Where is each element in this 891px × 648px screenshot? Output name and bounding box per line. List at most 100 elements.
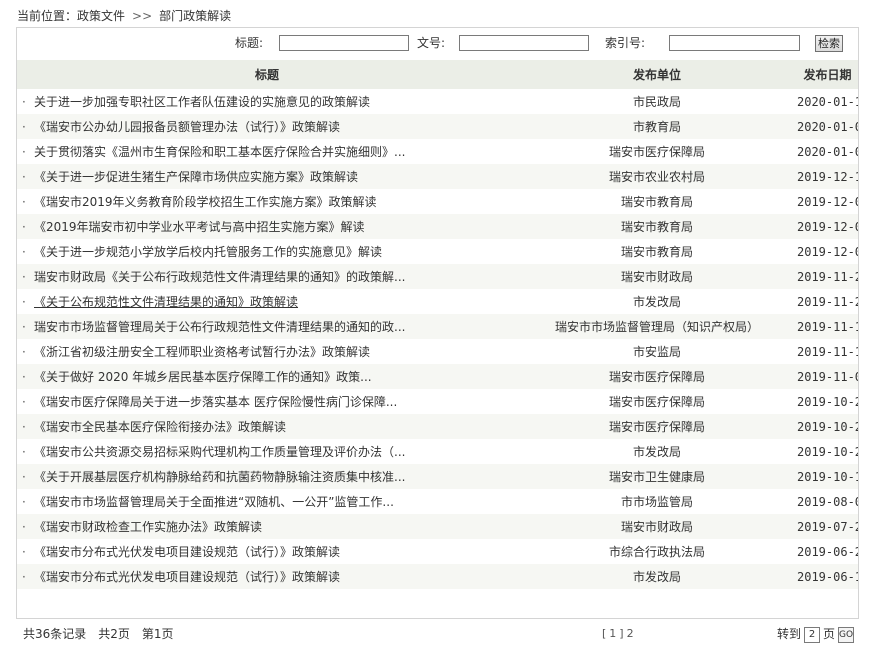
publish-date-cell: 2019-10-21 <box>797 444 858 459</box>
bullet-icon: · <box>22 445 26 459</box>
policy-title-link[interactable]: 《浙江省初级注册安全工程师职业资格考试暂行办法》政策解读 <box>34 345 370 359</box>
publisher-cell: 瑞安市医疗保障局 <box>517 414 797 439</box>
bullet-icon: · <box>22 370 26 384</box>
publisher-cell: 瑞安市卫生健康局 <box>517 464 797 489</box>
policy-title-link[interactable]: 《2019年瑞安市初中学业水平考试与高中招生实施方案》解读 <box>34 220 365 234</box>
table-row: · 《瑞安市市场监督管理局关于全面推进“双随机、一公开”监管工作... 市市场监管局… <box>17 489 858 514</box>
policy-title-link[interactable]: 关于贯彻落实《温州市生育保险和职工基本医疗保险合并实施细则》... <box>34 145 405 159</box>
total-pages: 共2页 <box>98 627 130 641</box>
title-cell: · 《瑞安市全民基本医疗保险衔接办法》政策解读 <box>17 414 517 439</box>
policy-title-link[interactable]: 瑞安市市场监督管理局关于公布行政规范性文件清理结果的通知的政... <box>34 320 405 334</box>
table-row: · 《瑞安市分布式光伏发电项目建设规范（试行）》政策解读 市综合行政执法局 2019-… <box>17 539 858 564</box>
policy-title-link[interactable]: 《瑞安市公办幼儿园报备员额管理办法（试行）》政策解读 <box>34 120 340 134</box>
table-row: · 关于进一步加强专职社区工作者队伍建设的实施意见的政策解读 市民政局 2020-01… <box>17 89 858 114</box>
table-row: · 《关于公布规范性文件清理结果的通知》政策解读 市发改局 2019-11-27 <box>17 289 858 314</box>
bullet-icon: · <box>22 195 26 209</box>
publish-date-cell: 2019-10-29 <box>797 394 858 409</box>
policy-title-link[interactable]: 《关于进一步规范小学放学后校内托管服务工作的实施意见》解读 <box>34 245 382 259</box>
publisher-cell: 瑞安市医疗保障局 <box>608 395 705 409</box>
policy-title-link[interactable]: 《瑞安市2019年义务教育阶段学校招生工作实施方案》政策解读 <box>34 195 377 209</box>
title-search-label: 标题: <box>235 36 264 50</box>
bullet-icon: · <box>22 345 26 359</box>
publish-date-cell: 2019-11-04 <box>797 364 858 389</box>
go-button[interactable]: GO <box>838 626 855 643</box>
index-search-label: 索引号: <box>605 36 646 50</box>
page-link-1: 1 <box>609 627 617 640</box>
policy-title-link[interactable]: 《瑞安市分布式光伏发电项目建设规范（试行）》政策解读 <box>34 570 340 584</box>
title-cell: · 《关于进一步规范小学放学后校内托管服务工作的实施意见》解读 <box>17 239 517 264</box>
publisher-cell: 瑞安市财政局 <box>517 264 797 289</box>
title-search-input[interactable] <box>279 35 409 51</box>
publisher-cell: 瑞安市教育局 <box>620 195 693 209</box>
policy-title-link[interactable]: 《关于做好 2020 年城乡居民基本医疗保障工作的通知》政策... <box>34 370 372 384</box>
title-cell: · 《瑞安市分布式光伏发电项目建设规范（试行）》政策解读 <box>17 564 517 589</box>
publisher-cell: 市综合行政执法局 <box>608 545 705 559</box>
breadcrumb: 当前位置：政策文件 >> 部门政策解读 <box>17 7 231 25</box>
table-row: · 《瑞安市2019年义务教育阶段学校招生工作实施方案》政策解读 瑞安市教育局 201… <box>17 189 858 214</box>
publisher-cell: 市发改局 <box>517 564 797 589</box>
policy-title-link[interactable]: 《瑞安市公共资源交易招标采购代理机构工作质量管理及评价办法（... <box>34 445 405 459</box>
title-cell: · 《瑞安市2019年义务教育阶段学校招生工作实施方案》政策解读 <box>17 189 517 214</box>
policy-list-panel: 标题: 文号: 索引号: 检索 标题 发布单位 发布日期 · 关于进一步加强专职社… <box>16 27 859 643</box>
publish-date-cell: 2019-07-29 <box>797 514 858 539</box>
table-row: · 《瑞安市公办幼儿园报备员额管理办法（试行）》政策解读 市教育局2020-01-0… <box>17 114 858 139</box>
title-cell: · 《瑞安市公办幼儿园报备员额管理办法（试行）》政策解读 <box>17 114 517 139</box>
policy-title-link[interactable]: 《瑞安市医疗保障局关于进一步落实基本 医疗保险慢性病门诊保障... <box>34 395 397 409</box>
publisher-cell: 瑞安市市场监督管理局（知识产权局） <box>517 314 797 339</box>
publish-date-cell: 2020-01-02 <box>797 144 858 159</box>
bullet-icon: · <box>22 520 26 534</box>
policy-title-link[interactable]: 《瑞安市分布式光伏发电项目建设规范（试行）》政策解读 <box>34 545 340 559</box>
policy-title-link[interactable]: 《关于开展基层医疗机构静脉给药和抗菌药物静脉输注资质集中核准... <box>34 470 405 484</box>
title-cell: · 瑞安市市场监督管理局关于公布行政规范性文件清理结果的通知的政... <box>17 314 517 339</box>
publish-date-cell: 2019-12-06 <box>797 214 858 239</box>
policy-title-link[interactable]: 《瑞安市财政检查工作实施办法》政策解读 <box>34 520 262 534</box>
policy-title-link[interactable]: 关于进一步加强专职社区工作者队伍建设的实施意见的政策解读 <box>34 95 370 109</box>
index-search-input[interactable] <box>669 35 800 51</box>
title-cell: · 《瑞安市公共资源交易招标采购代理机构工作质量管理及评价办法（... <box>17 439 517 464</box>
title-cell: · 《瑞安市市场监督管理局关于全面推进“双随机、一公开”监管工作... <box>17 489 517 514</box>
breadcrumb-link-policy-files[interactable]: 政策文件 <box>77 7 125 25</box>
bullet-icon: · <box>22 320 26 334</box>
table-row: · 瑞安市市场监督管理局关于公布行政规范性文件清理结果的通知的政... 瑞安市市场监… <box>17 314 858 339</box>
search-button[interactable]: 检索 <box>815 35 843 52</box>
publish-date-cell: 2019-11-18 <box>797 314 858 339</box>
header-title: 标题 <box>17 60 517 89</box>
publisher-cell: 市安监局 <box>632 345 681 359</box>
publisher-cell: 市发改局 <box>632 295 681 309</box>
policy-title-link[interactable]: 《瑞安市市场监督管理局关于全面推进“双随机、一公开”监管工作... <box>34 495 394 509</box>
publish-date-cell: 2019-11-29 <box>797 264 858 289</box>
breadcrumb-current[interactable]: 部门政策解读 <box>159 7 231 25</box>
policy-title-link[interactable]: 《瑞安市全民基本医疗保险衔接办法》政策解读 <box>34 420 286 434</box>
bullet-icon: · <box>22 120 26 134</box>
page-links: [1] 2 <box>602 626 637 642</box>
bullet-icon: · <box>22 570 26 584</box>
table-row: · 《瑞安市医疗保障局关于进一步落实基本 医疗保险慢性病门诊保障... 瑞安市医疗保… <box>17 389 858 414</box>
publish-date-cell: 2019-12-06 <box>797 194 858 209</box>
pager-close-bracket: ] <box>619 627 624 640</box>
breadcrumb-separator: >> <box>132 9 153 23</box>
publisher-cell: 瑞安市医疗保障局 <box>517 364 797 389</box>
header-unit: 发布单位 <box>517 60 797 89</box>
publisher-cell: 市市场监管局 <box>620 495 693 509</box>
table-row: · 《关于进一步促进生猪生产保障市场供应实施方案》政策解读 瑞安市农业农村局 2019… <box>17 164 858 189</box>
policy-title-link[interactable]: 《关于公布规范性文件清理结果的通知》政策解读 <box>34 295 298 309</box>
bullet-icon: · <box>22 295 26 309</box>
bullet-icon: · <box>22 145 26 159</box>
title-cell: · 《关于做好 2020 年城乡居民基本医疗保障工作的通知》政策... <box>17 364 517 389</box>
publish-date-cell: 2019-11-27 <box>797 294 858 309</box>
publish-date-cell: 2020-01-08 <box>797 114 858 139</box>
policy-title-link[interactable]: 《关于进一步促进生猪生产保障市场供应实施方案》政策解读 <box>34 170 358 184</box>
publisher-cell: 瑞安市农业农村局 <box>517 164 797 189</box>
page-link-2[interactable]: 2 <box>627 627 634 640</box>
publisher-cell: 瑞安市教育局 <box>517 214 797 239</box>
docno-search-input[interactable] <box>459 35 589 51</box>
publish-date-cell: 2019-10-10 <box>797 464 858 489</box>
record-info: 共36条记录 共2页 第1页 <box>23 626 186 642</box>
goto-page-input[interactable]: 2 <box>804 626 821 643</box>
policy-table: 标题 发布单位 发布日期 · 关于进一步加强专职社区工作者队伍建设的实施意见的政策… <box>17 60 858 589</box>
table-row: · 《关于做好 2020 年城乡居民基本医疗保障工作的通知》政策... 瑞安市医疗保… <box>17 364 858 389</box>
title-cell: · 《瑞安市财政检查工作实施办法》政策解读 <box>17 514 517 539</box>
bullet-icon: · <box>22 245 26 259</box>
bullet-icon: · <box>22 170 26 184</box>
policy-title-link[interactable]: 瑞安市财政局《关于公布行政规范性文件清理结果的通知》的政策解... <box>34 270 405 284</box>
